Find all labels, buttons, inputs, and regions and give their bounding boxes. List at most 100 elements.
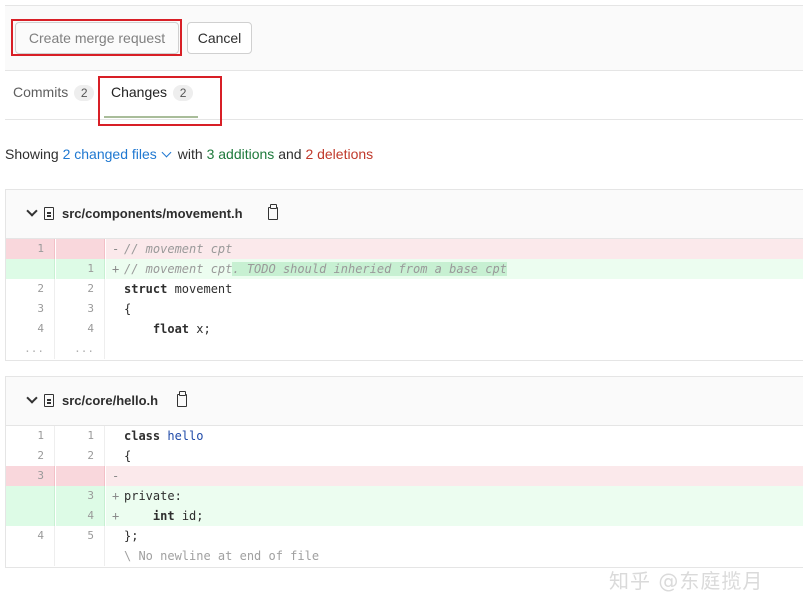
line-content: struct movement — [106, 279, 803, 299]
code-text: x; — [189, 322, 211, 336]
old-line-number[interactable]: ... — [6, 339, 55, 359]
changed-files-label: 2 changed files — [63, 146, 157, 162]
summary-with: with — [178, 146, 203, 162]
line-content — [106, 339, 803, 359]
chevron-down-icon — [161, 148, 171, 158]
old-line-number[interactable]: 3 — [6, 466, 55, 486]
diff-file-movement: src/components/movement.h 1-// movement … — [5, 189, 803, 361]
diff-file-hello: src/core/hello.h 11class hello22{3-3+pri… — [5, 376, 803, 568]
diff-line: 1 -// movement cpt — [6, 239, 803, 259]
code-text-highlight: . TODO should inheried from a base cpt — [232, 262, 507, 276]
diff-sign: + — [112, 486, 124, 506]
cancel-button[interactable]: Cancel — [187, 22, 252, 54]
diff-lines: 11class hello22{3-3+private:4+ int id;45… — [6, 426, 803, 566]
line-content: +private: — [106, 486, 803, 506]
watermark: 知乎 @东庭揽月 — [609, 565, 763, 594]
keyword: float — [153, 322, 189, 336]
annotation-box-create — [11, 19, 182, 56]
old-line-number[interactable]: 2 — [6, 279, 55, 299]
line-content: float x; — [106, 319, 803, 339]
code-text: { — [124, 449, 131, 463]
new-line-number[interactable]: 5 — [56, 526, 105, 546]
new-line-number[interactable]: 2 — [56, 279, 105, 299]
collapse-chevron-icon[interactable] — [26, 205, 37, 216]
line-content: \ No newline at end of file — [106, 546, 803, 566]
copy-path-icon[interactable] — [268, 207, 278, 220]
diff-line: 1+// movement cpt. TODO should inheried … — [6, 259, 803, 279]
line-content: +// movement cpt. TODO should inheried f… — [106, 259, 803, 279]
tab-commits-label: Commits — [13, 84, 68, 100]
diff-line: \ No newline at end of file — [6, 546, 803, 566]
old-line-number[interactable] — [6, 486, 55, 506]
new-line-number[interactable]: ... — [56, 339, 105, 359]
diff-line: 44 float x; — [6, 319, 803, 339]
diff-lines: 1-// movement cpt1+// movement cpt. TODO… — [6, 239, 803, 359]
line-content: { — [106, 299, 803, 319]
file-header: src/core/hello.h — [6, 377, 803, 426]
code-text: // movement cpt — [124, 262, 232, 276]
new-line-number[interactable]: 3 — [56, 299, 105, 319]
keyword: struct — [124, 282, 167, 296]
code-text: // movement cpt — [124, 242, 232, 256]
new-line-number[interactable]: 1 — [56, 259, 105, 279]
tab-commits[interactable]: Commits 2 — [13, 84, 94, 101]
new-line-number[interactable]: 4 — [56, 506, 105, 526]
old-line-number[interactable]: 4 — [6, 526, 55, 546]
annotation-box-changes — [98, 76, 222, 126]
line-content: }; — [106, 526, 803, 546]
diff-sign: - — [112, 466, 124, 486]
line-content: + int id; — [106, 506, 803, 526]
file-name: src/core/hello.h — [62, 393, 158, 408]
diff-sign: + — [112, 506, 124, 526]
code-text: { — [124, 302, 131, 316]
old-line-number[interactable]: 3 — [6, 299, 55, 319]
code-text: private: — [124, 489, 182, 503]
file-icon — [44, 207, 54, 220]
diff-line: 4+ int id; — [6, 506, 803, 526]
line-content: { — [106, 446, 803, 466]
summary-and: and — [278, 146, 301, 162]
code-text: movement — [167, 282, 232, 296]
indent — [124, 322, 153, 336]
tab-commits-count: 2 — [74, 85, 94, 101]
diff-line: 22 { — [6, 446, 803, 466]
copy-path-icon[interactable] — [177, 394, 187, 407]
new-line-number[interactable]: 1 — [56, 426, 105, 446]
old-line-number[interactable] — [6, 506, 55, 526]
diff-sign: - — [112, 239, 124, 259]
new-line-number[interactable] — [56, 466, 105, 486]
old-line-number[interactable]: 1 — [6, 426, 55, 446]
new-line-number[interactable]: 4 — [56, 319, 105, 339]
old-line-number[interactable] — [6, 546, 55, 566]
indent — [124, 509, 153, 523]
old-line-number[interactable]: 1 — [6, 239, 55, 259]
diff-line: 22struct movement — [6, 279, 803, 299]
old-line-number[interactable] — [6, 259, 55, 279]
diff-line: 45}; — [6, 526, 803, 546]
file-name: src/components/movement.h — [62, 206, 243, 221]
keyword: class — [124, 429, 160, 443]
new-line-number[interactable]: 2 — [56, 446, 105, 466]
new-line-number[interactable]: 3 — [56, 486, 105, 506]
additions-count: 3 additions — [207, 146, 275, 162]
line-content: -// movement cpt — [106, 239, 803, 259]
collapse-chevron-icon[interactable] — [26, 392, 37, 403]
new-line-number[interactable] — [56, 546, 105, 566]
diff-line: 11class hello — [6, 426, 803, 446]
old-line-number[interactable]: 4 — [6, 319, 55, 339]
old-line-number[interactable]: 2 — [6, 446, 55, 466]
diff-line: 3- — [6, 466, 803, 486]
code-text: id; — [175, 509, 204, 523]
code-text: \ No newline at end of file — [124, 549, 319, 563]
diff-line: ...... — [6, 339, 803, 359]
changed-files-dropdown[interactable]: 2 changed files — [63, 146, 178, 162]
file-header: src/components/movement.h — [6, 190, 803, 239]
diff-summary: Showing 2 changed fileswith 3 additions … — [5, 146, 373, 162]
new-line-number[interactable] — [56, 239, 105, 259]
keyword: int — [153, 509, 175, 523]
code-text: }; — [124, 529, 138, 543]
line-content: - — [106, 466, 803, 486]
file-icon — [44, 394, 54, 407]
diff-line: 33 { — [6, 299, 803, 319]
diff-sign: + — [112, 259, 124, 279]
